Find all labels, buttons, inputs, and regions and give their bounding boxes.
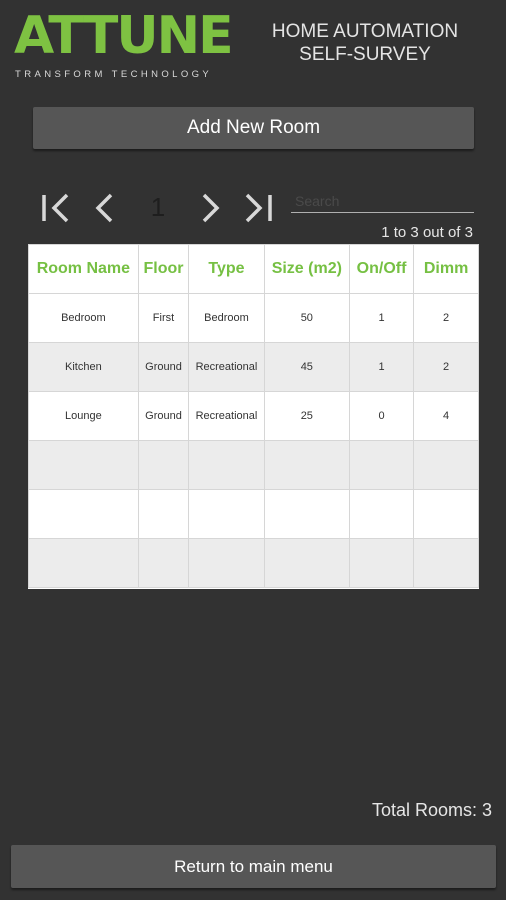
logo-wordmark: ATTUNE <box>14 6 234 66</box>
page-title: HOME AUTOMATION SELF-SURVEY <box>262 20 468 66</box>
column-header-dimmer[interactable]: Dimm <box>413 244 479 294</box>
column-header-type[interactable]: Type <box>188 244 265 294</box>
cell-floor: Ground <box>137 342 190 392</box>
column-header-size[interactable]: Size (m2) <box>263 244 350 294</box>
cell-on-off: 1 <box>348 293 415 343</box>
cell-size: 50 <box>263 293 350 343</box>
cell-room-name: Kitchen <box>28 342 139 392</box>
cell-dimmer: 2 <box>413 293 479 343</box>
title-line-1: HOME AUTOMATION <box>271 21 459 42</box>
table-row-empty <box>28 489 479 539</box>
table-row[interactable]: Kitchen Ground Recreational 45 1 2 <box>28 342 479 392</box>
cell-floor: Ground <box>137 391 190 441</box>
attune-logo: ATTUNE TRANSFORM TECHNOLOGY <box>14 6 244 80</box>
cell-type: Recreational <box>188 342 265 392</box>
cell-floor: First <box>137 293 190 343</box>
cell-size: 25 <box>263 391 350 441</box>
cell-on-off: 1 <box>348 342 415 392</box>
cell-type: Recreational <box>188 391 265 441</box>
column-header-room-name[interactable]: Room Name <box>28 244 139 294</box>
table-row-empty <box>28 440 479 490</box>
return-to-main-menu-button[interactable]: Return to main menu <box>11 845 496 888</box>
table-header-row: Room Name Floor Type Size (m2) On/Off Di… <box>28 244 479 294</box>
cell-on-off: 0 <box>348 391 415 441</box>
first-page-icon[interactable] <box>38 190 74 226</box>
previous-page-icon[interactable] <box>86 190 122 226</box>
column-header-on-off[interactable]: On/Off <box>348 244 415 294</box>
last-page-icon[interactable] <box>240 190 276 226</box>
cell-room-name: Bedroom <box>28 293 139 343</box>
next-page-icon[interactable] <box>193 190 229 226</box>
rooms-table: Room Name Floor Type Size (m2) On/Off Di… <box>28 244 479 589</box>
current-page-number: 1 <box>150 192 166 222</box>
column-header-floor[interactable]: Floor <box>137 244 190 294</box>
logo-tagline: TRANSFORM TECHNOLOGY <box>15 69 213 80</box>
table-row[interactable]: Lounge Ground Recreational 25 0 4 <box>28 391 479 441</box>
search-input[interactable] <box>291 190 474 213</box>
title-line-2: SELF-SURVEY <box>299 44 431 65</box>
total-rooms-count: Total Rooms: 3 <box>371 800 492 820</box>
cell-dimmer: 4 <box>413 391 479 441</box>
add-new-room-button[interactable]: Add New Room <box>33 107 474 149</box>
cell-room-name: Lounge <box>28 391 139 441</box>
table-row[interactable]: Bedroom First Bedroom 50 1 2 <box>28 293 479 343</box>
cell-dimmer: 2 <box>413 342 479 392</box>
table-row-empty <box>28 538 479 588</box>
page-range-text: 1 to 3 out of 3 <box>381 224 473 241</box>
cell-type: Bedroom <box>188 293 265 343</box>
cell-size: 45 <box>263 342 350 392</box>
